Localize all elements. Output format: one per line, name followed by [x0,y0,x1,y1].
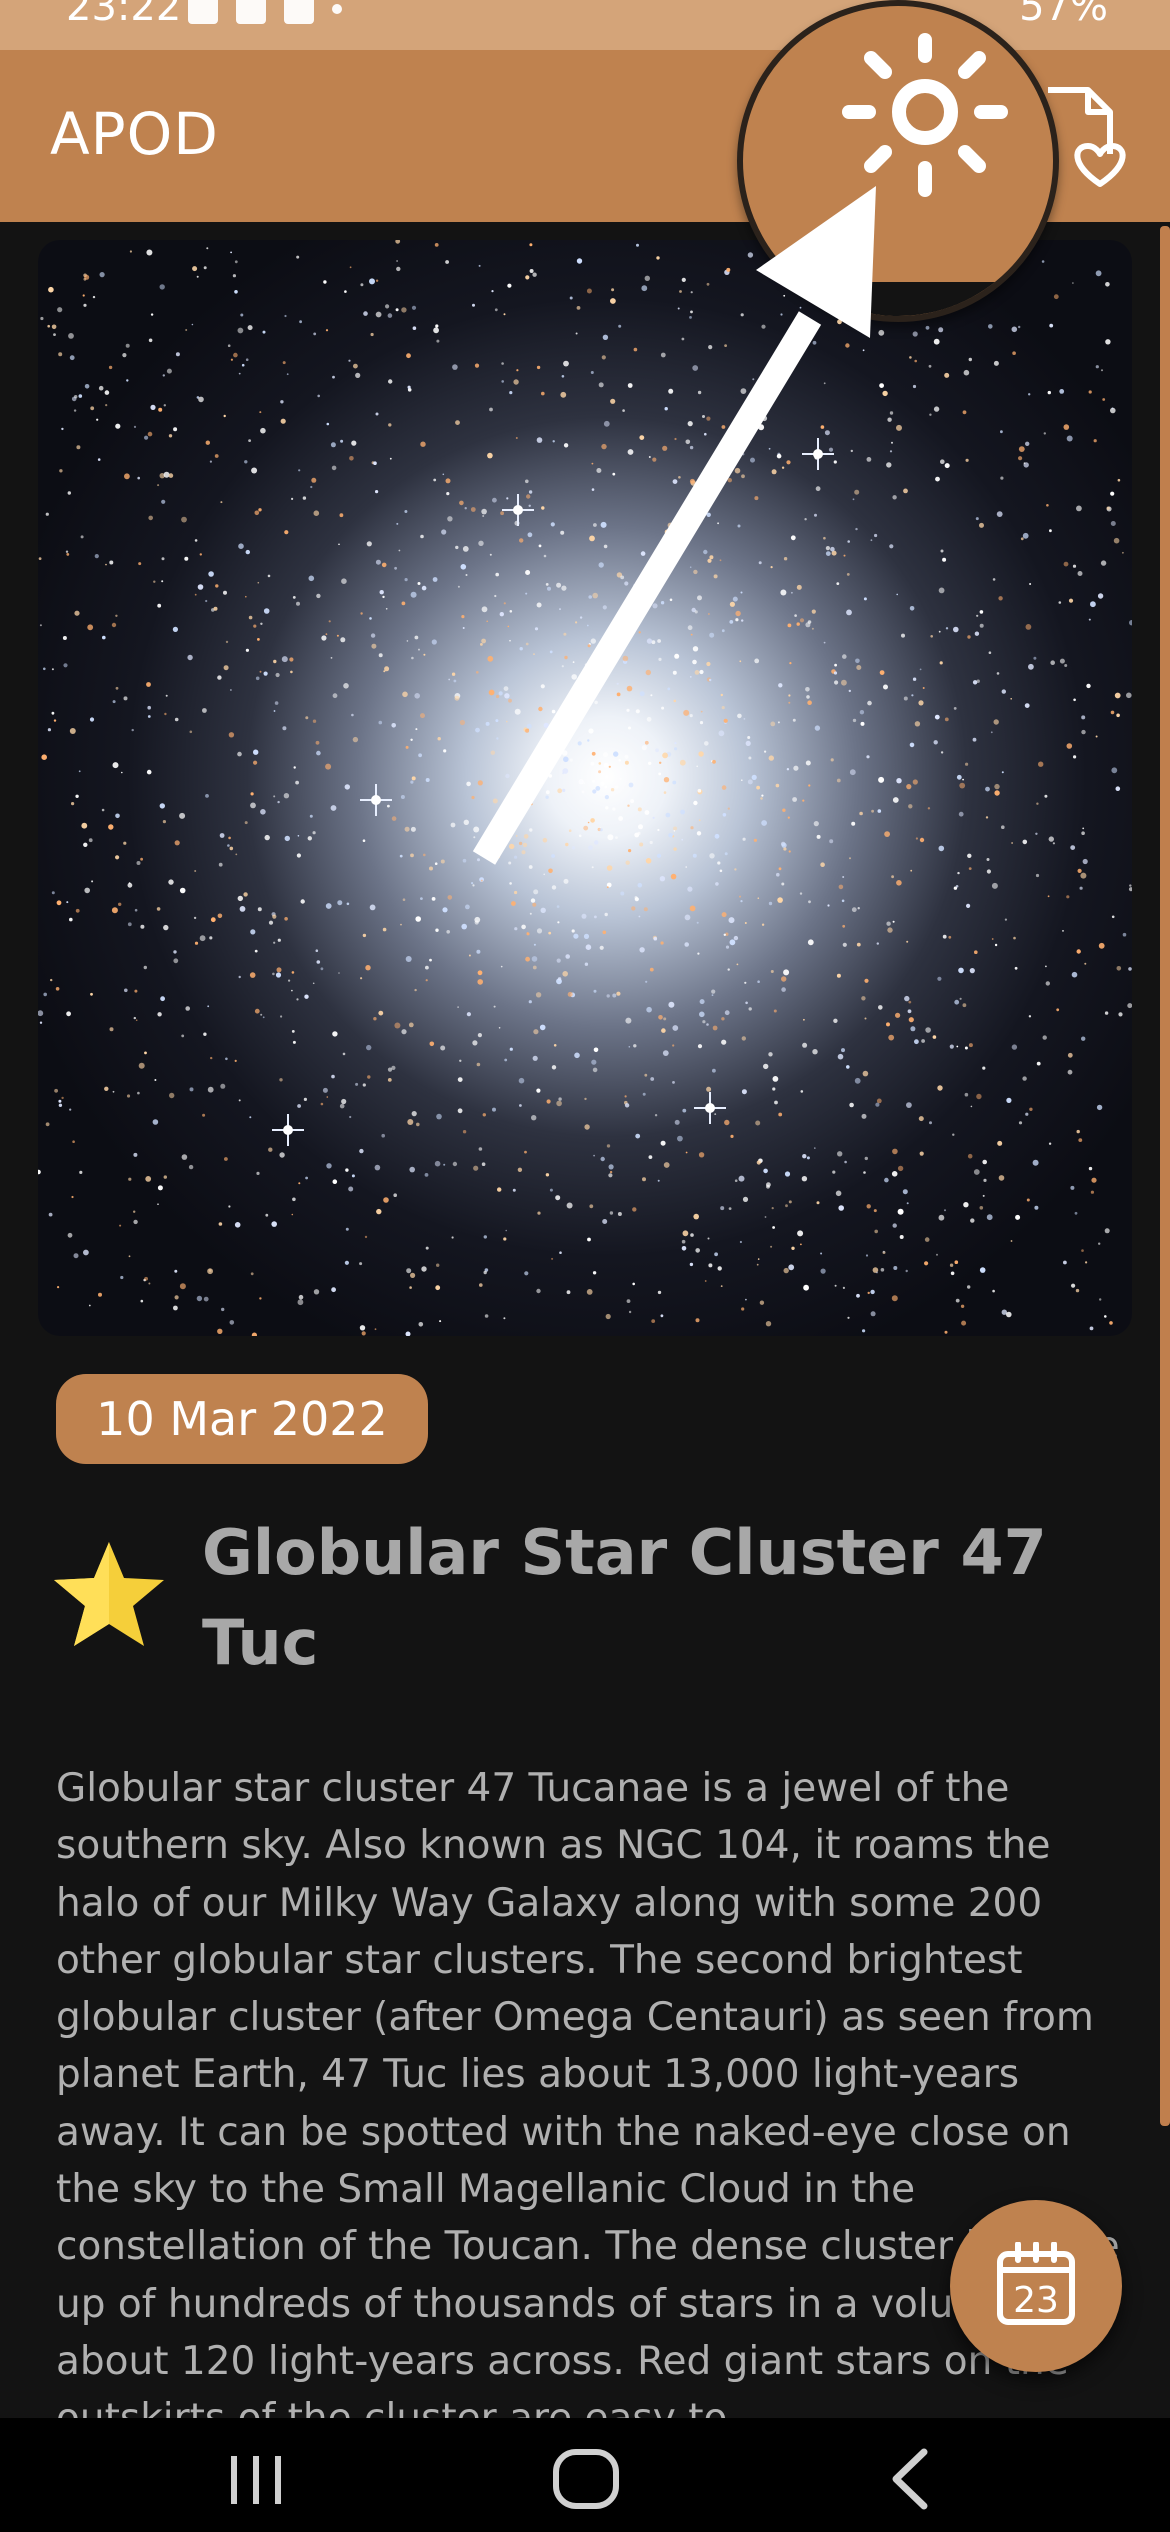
back-icon[interactable] [870,2444,950,2514]
star-icon[interactable] [52,1540,166,1648]
more-notifications-icon [332,4,342,14]
apod-title: Globular Star Cluster 47 Tuc [202,1516,1047,1679]
gallery-notification-icon [188,0,218,24]
theme-toggle-button[interactable] [737,0,1059,322]
notification-icons [188,0,342,24]
date-chip[interactable]: 10 Mar 2022 [56,1374,428,1464]
calendar-fab[interactable]: 23 [950,2200,1122,2372]
system-nav-bar [0,2418,1170,2532]
sync-notification-icon [284,0,314,24]
apod-image[interactable] [38,240,1132,1336]
status-time: 23:22 [66,0,182,30]
calendar-day: 23 [1013,2280,1059,2321]
sun-icon [842,33,1008,197]
scrollbar[interactable] [1160,226,1170,2126]
app-notification-icon [236,0,266,24]
home-icon[interactable] [546,2444,626,2514]
recents-icon[interactable] [216,2444,296,2514]
app-title: APOD [50,100,219,168]
